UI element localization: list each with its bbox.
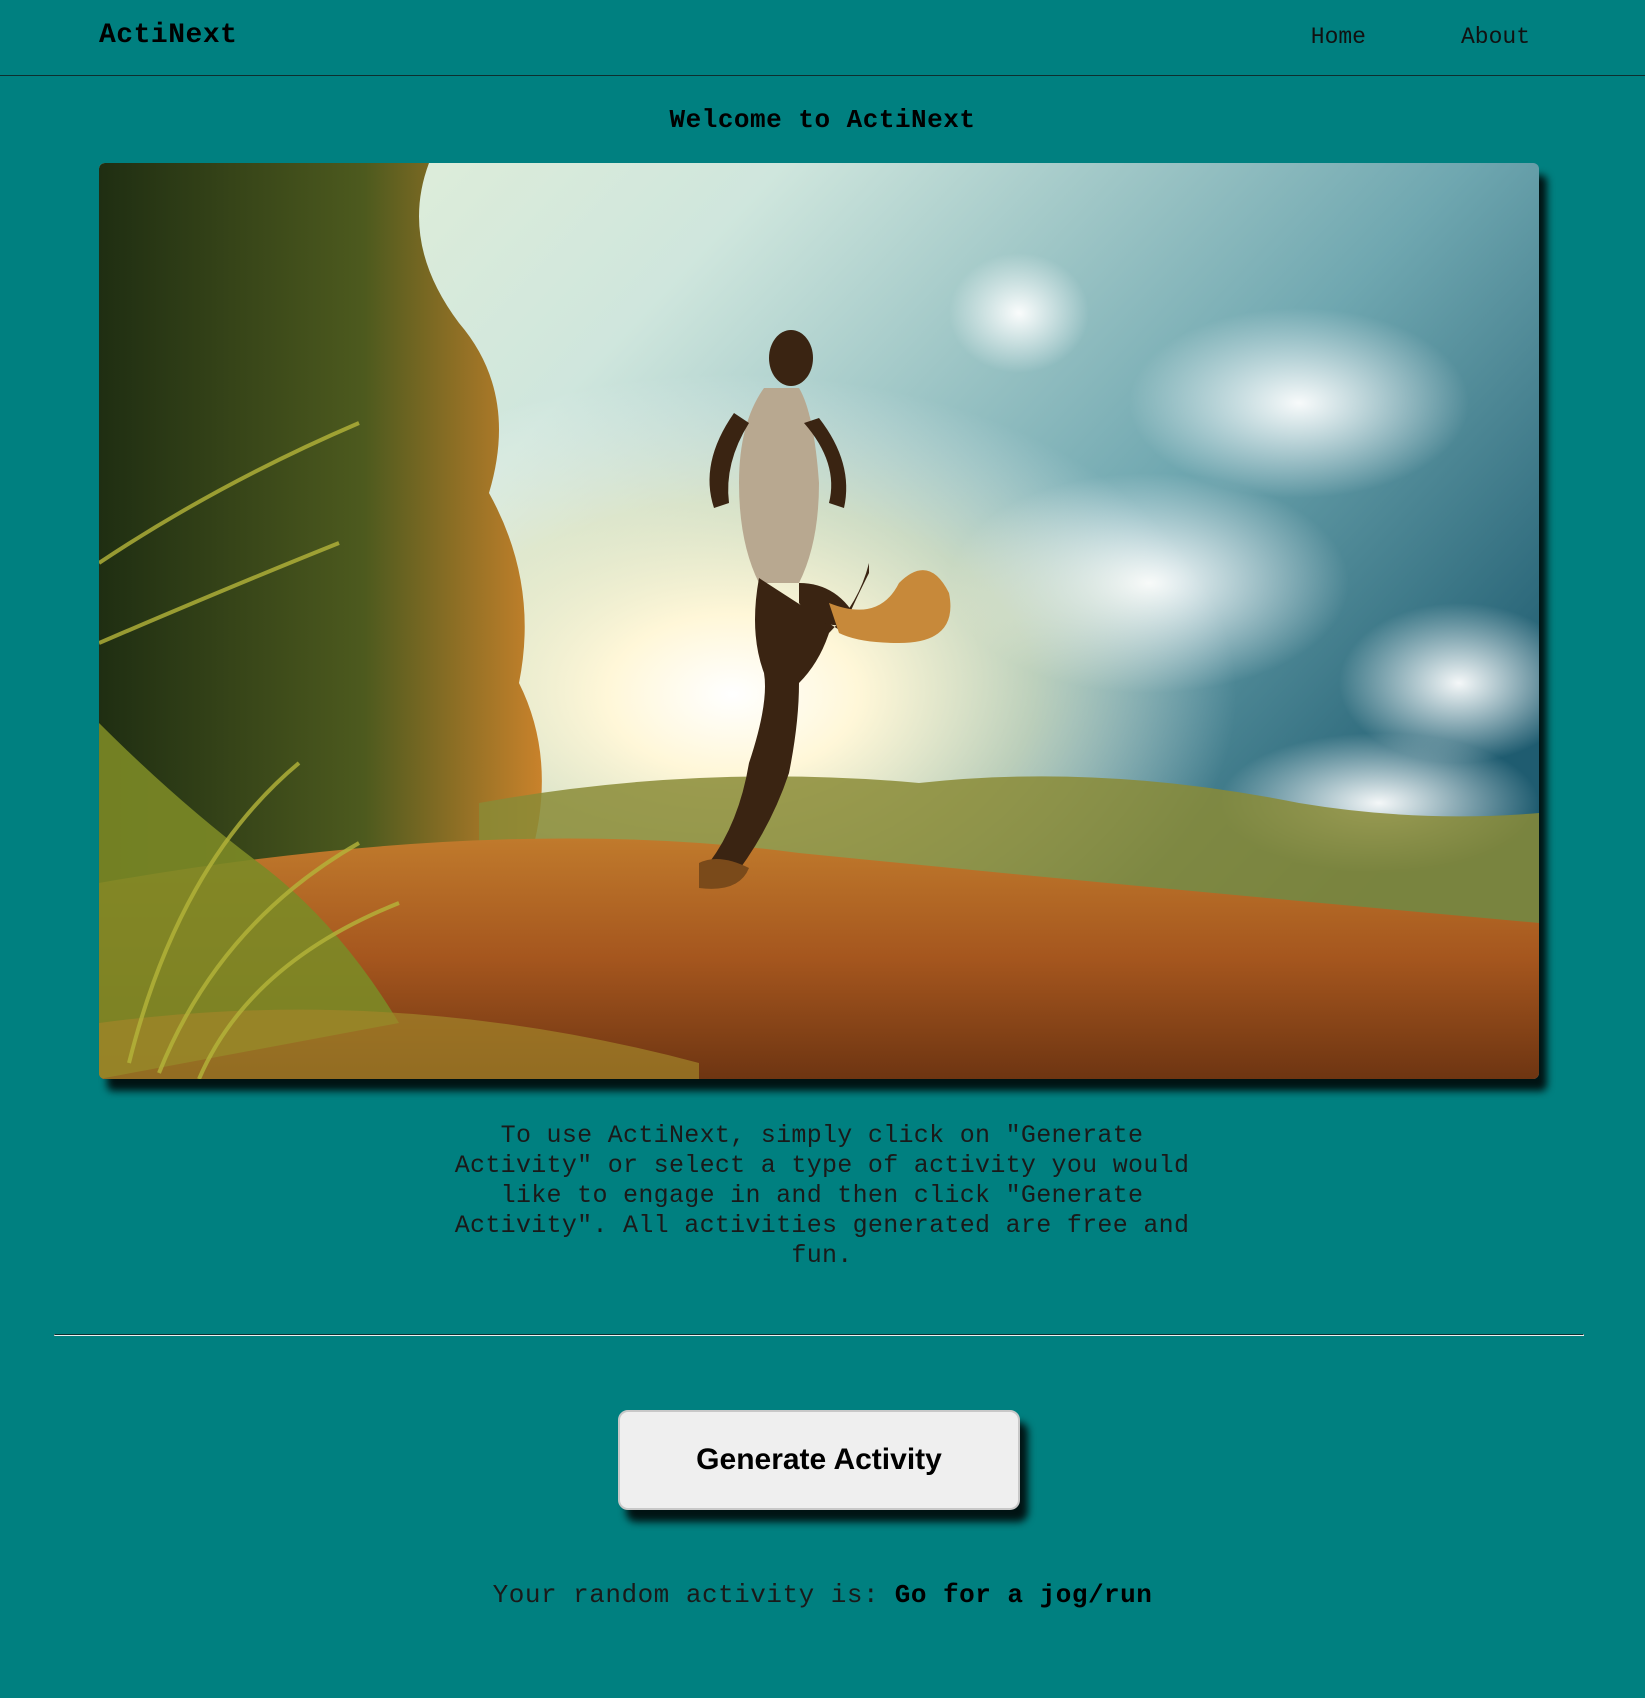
- generate-activity-button[interactable]: Generate Activity: [618, 1410, 1020, 1510]
- nav-links: Home About: [1311, 24, 1530, 50]
- page-title: Welcome to ActiNext: [669, 105, 976, 135]
- activity-result: Your random activity is: Go for a jog/ru…: [0, 1580, 1645, 1610]
- instructions-text: To use ActiNext, simply click on "Genera…: [454, 1121, 1190, 1270]
- result-label: Your random activity is:: [492, 1580, 880, 1610]
- runner-illustration: [99, 163, 1539, 1079]
- result-value: Go for a jog/run: [894, 1580, 1153, 1610]
- section-divider: [54, 1334, 1584, 1336]
- brand-logo[interactable]: ActiNext: [99, 20, 237, 51]
- nav-link-home[interactable]: Home: [1311, 24, 1366, 50]
- top-navbar: ActiNext Home About: [0, 0, 1645, 76]
- hero-image: [99, 163, 1539, 1079]
- nav-link-about[interactable]: About: [1461, 24, 1530, 50]
